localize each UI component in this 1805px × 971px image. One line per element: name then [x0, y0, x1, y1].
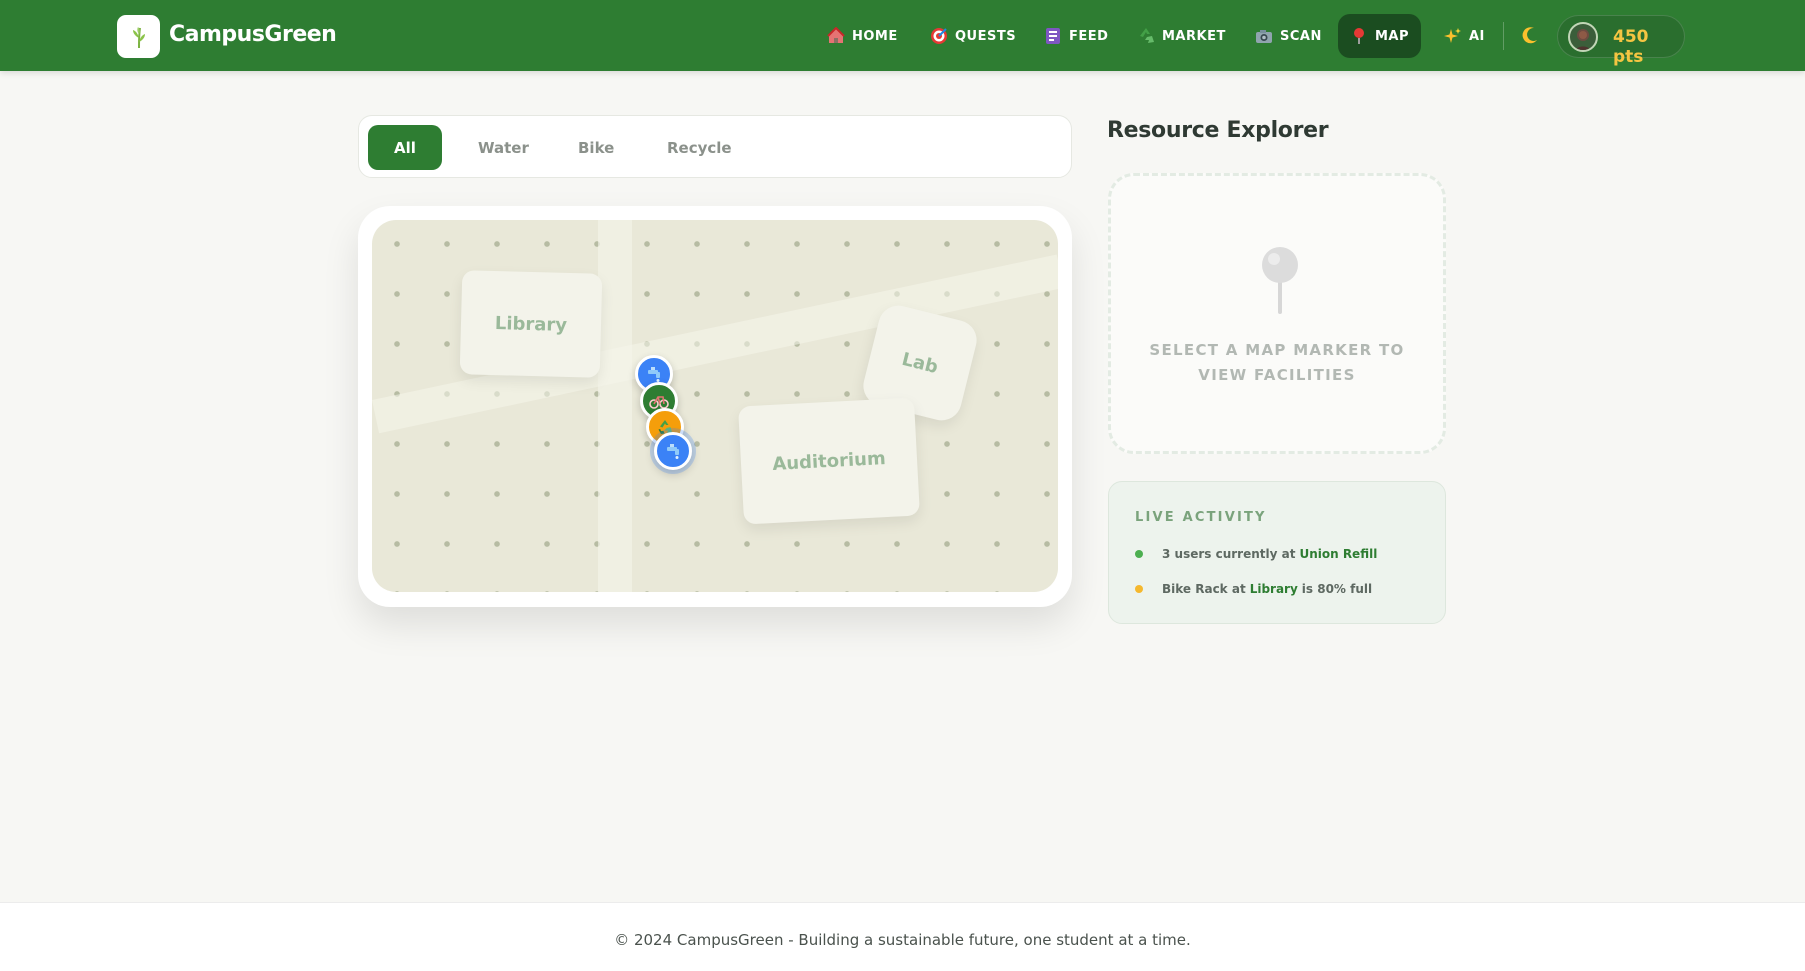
live-activity-title: LIVE ACTIVITY: [1135, 510, 1267, 525]
building-auditorium[interactable]: Auditorium: [738, 397, 920, 525]
newspaper-icon: [1044, 27, 1062, 45]
points-value: 450 pts: [1613, 27, 1649, 67]
filter-bike[interactable]: Bike: [552, 125, 640, 170]
activity-location-link[interactable]: Union Refill: [1299, 547, 1377, 561]
activity-text: is 80% full: [1301, 582, 1373, 596]
filter-water[interactable]: Water: [452, 125, 555, 170]
nav-quests[interactable]: QUESTS: [918, 14, 1028, 58]
activity-text: Bike Rack at: [1162, 582, 1246, 596]
nav-feed-label: FEED: [1069, 28, 1109, 44]
footer: © 2024 CampusGreen - Building a sustaina…: [0, 902, 1805, 971]
live-activity-panel: LIVE ACTIVITY 3 users currently at Union…: [1108, 481, 1446, 624]
nav-market[interactable]: MARKET: [1125, 14, 1238, 58]
nav-feed[interactable]: FEED: [1032, 14, 1120, 58]
nav-quests-label: QUESTS: [955, 28, 1017, 44]
activity-item: Bike Rack at Library is 80% full: [1135, 579, 1372, 599]
campus-map[interactable]: Library Lab Auditorium: [372, 220, 1058, 592]
camera-icon: [1255, 27, 1273, 45]
bike-icon: [649, 396, 669, 409]
points-badge[interactable]: 450 pts: [1557, 15, 1685, 67]
pin-icon: [1350, 27, 1368, 45]
leaf-icon: [132, 26, 145, 48]
filter-all[interactable]: All: [368, 125, 442, 170]
water-tap-icon: [648, 367, 660, 382]
pushpin-icon: [1262, 247, 1298, 314]
brand-name[interactable]: CampusGreen: [169, 22, 337, 47]
marker-water[interactable]: [654, 432, 692, 470]
water-tap-icon: [667, 444, 679, 459]
recycle-icon: [1137, 27, 1155, 45]
nav-divider: [1503, 22, 1504, 50]
top-navbar: CampusGreen HOME QUESTS FEED MARKET SCAN: [0, 0, 1805, 71]
activity-item: 3 users currently at Union Refill: [1135, 544, 1381, 564]
footer-text: © 2024 CampusGreen - Building a sustaina…: [614, 931, 1191, 949]
avatar[interactable]: [1568, 22, 1598, 52]
nav-ai[interactable]: AI: [1432, 14, 1497, 58]
placeholder-text: SELECT A MAP MARKER TO VIEW FACILITIES: [1149, 341, 1405, 384]
filter-bar: All Water Bike Recycle: [358, 115, 1072, 178]
nav-scan-label: SCAN: [1280, 28, 1322, 44]
status-dot: [1135, 585, 1143, 593]
nav-market-label: MARKET: [1162, 28, 1226, 44]
road: [598, 220, 632, 592]
logo[interactable]: [117, 15, 160, 58]
map-card: Library Lab Auditorium: [358, 206, 1072, 607]
house-icon: [827, 27, 845, 45]
nav-map[interactable]: MAP: [1338, 14, 1422, 58]
resource-explorer-title: Resource Explorer: [1107, 118, 1329, 143]
status-dot: [1135, 550, 1143, 558]
activity-location-link[interactable]: Library: [1250, 582, 1298, 596]
building-library[interactable]: Library: [459, 270, 603, 378]
facility-details-placeholder: SELECT A MAP MARKER TO VIEW FACILITIES: [1108, 173, 1446, 454]
nav-ai-label: AI: [1469, 28, 1485, 44]
sparkles-icon: [1444, 27, 1462, 45]
target-icon: [930, 27, 948, 45]
nav-home-label: HOME: [852, 28, 898, 44]
nav-map-label: MAP: [1375, 28, 1410, 44]
nav-home[interactable]: HOME: [815, 14, 910, 58]
activity-text: 3 users currently at: [1162, 547, 1296, 561]
nav-scan[interactable]: SCAN: [1243, 14, 1334, 58]
moon-icon[interactable]: [1519, 24, 1541, 46]
filter-recycle[interactable]: Recycle: [641, 125, 758, 170]
